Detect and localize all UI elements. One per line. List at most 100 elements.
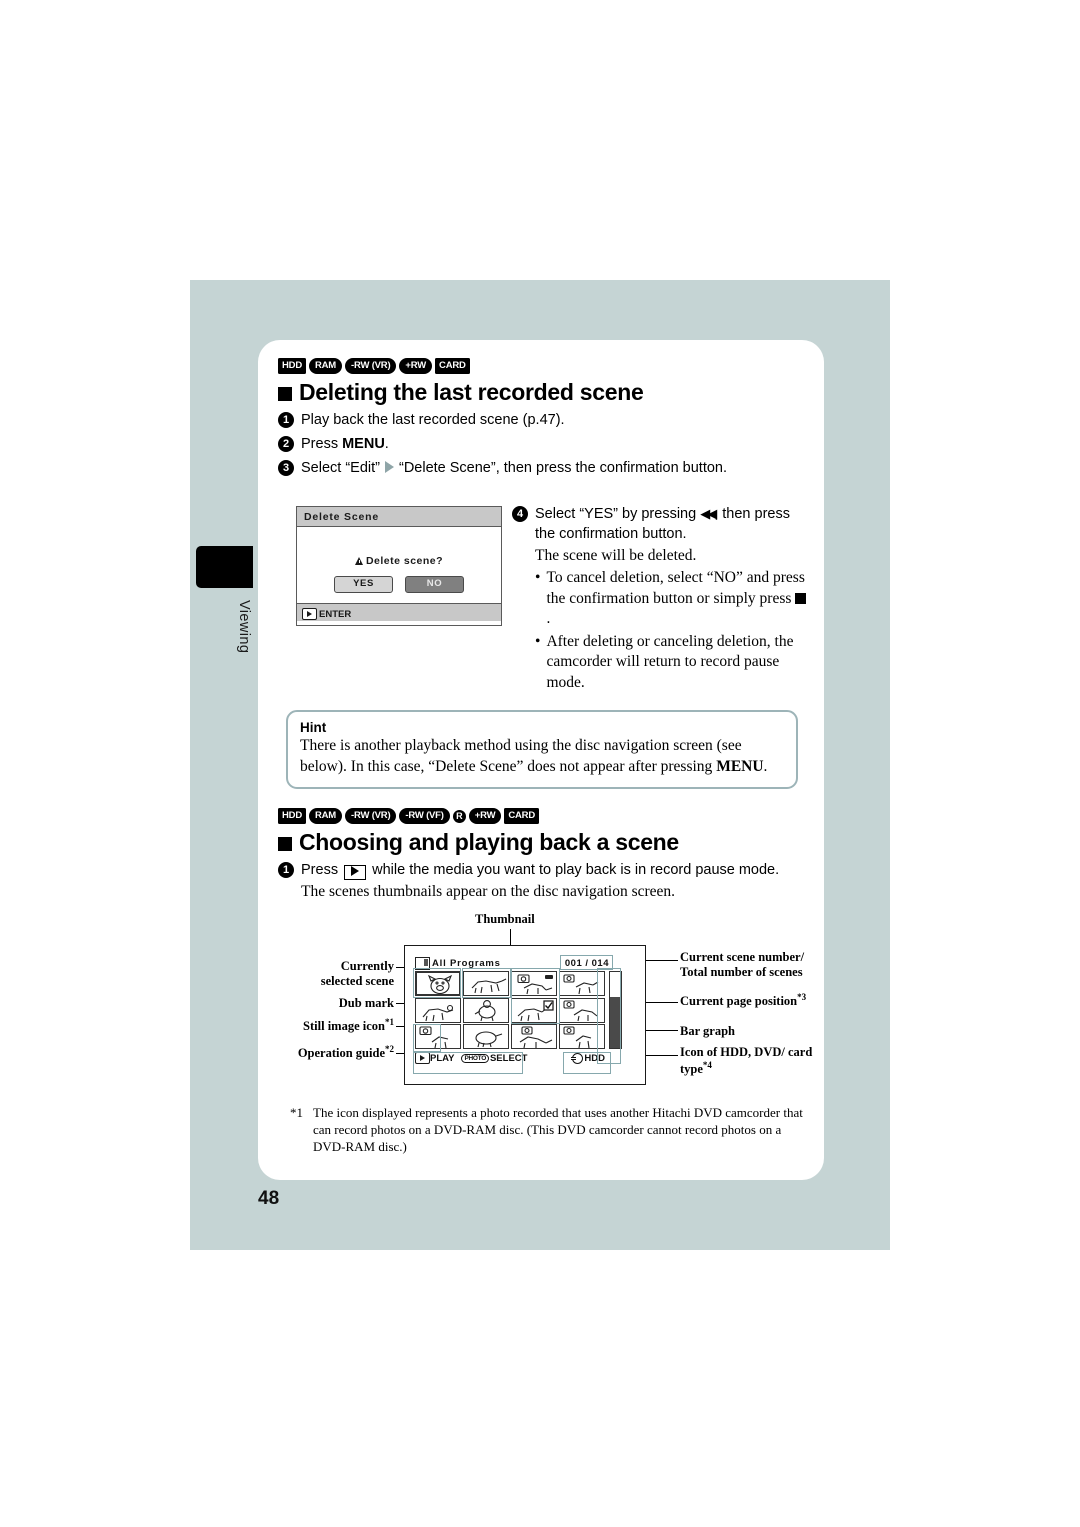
thumbnail-item[interactable] [510,971,558,996]
step-2-text-after: . [384,436,389,452]
dialog-footer: ENTER [297,603,501,621]
photo-badge-icon: PHOTO [461,1053,489,1063]
disc-navigation-diagram: Thumbnail Currently selected scene Dub ma… [270,912,830,1097]
rewind-icon: ◀◀ [700,506,717,521]
thumbnail-grid [415,971,605,1049]
dialog-yes-button[interactable]: YES [334,576,393,593]
media-badge-hdd: HDD [278,358,306,374]
callout-currently-selected-scene: Currently selected scene [320,959,394,988]
callout-still-image-icon: Still image icon*1 [270,1017,394,1034]
media-badge-plus-rw: +RW [399,358,433,374]
callout-current-page-position-text: Current page position [680,994,798,1009]
thumbnail-item[interactable] [558,971,605,996]
thumbnail-item[interactable] [558,997,605,1023]
hdd-icon [571,1052,584,1064]
media-badge-plus-rw-2: +RW [468,808,502,824]
callout-still-image-icon-sup: *1 [385,1017,394,1027]
step-4-bullet-2: • After deleting or canceling deletion, … [535,632,808,693]
thumbnail-item[interactable] [462,997,510,1023]
nav-screen-inner: All Programs 001 / 014 PLAY PHOTO SELECT… [415,957,633,1073]
thumbnail-item-selected[interactable] [415,971,462,996]
thumbnail-item[interactable] [462,1024,510,1049]
dialog-question: Delete scene? [297,527,501,567]
media-badge-card: CARD [435,358,470,374]
step-3: 3 Select “Edit” “Delete Scene”, then pres… [278,458,808,478]
media-badge-r-2: R [452,809,466,823]
media-badges-section1: HDD RAM -RW (VR) +RW CARD [278,358,808,374]
section2-step-1-a: Press [301,862,343,878]
media-badge-rw-vr-2: -RW (VR) [345,808,397,824]
media-badge-card-2: CARD [504,808,540,824]
callout-line-scene-number [644,960,678,962]
callout-icon-of-type: Icon of HDD, DVD/ card type*4 [680,1045,830,1077]
hint-box: Hint There is another playback method us… [286,710,798,790]
guide-select-label: SELECT [489,1052,528,1064]
arrow-right-icon [384,461,394,473]
step-4-bullet-1-b: . [546,610,551,628]
step-4-bullet-1-text: To cancel deletion, select “NO” and pres… [546,568,808,629]
stop-button-icon [795,592,807,604]
thumbnail-item[interactable] [558,1024,605,1049]
footnote-text: The icon displayed represents a photo re… [313,1105,803,1155]
thumbnail-item-still-image[interactable] [415,1024,462,1049]
dialog-title: Delete Scene [297,507,501,527]
step-number-1: 1 [278,412,294,428]
footnote-mark: *1 [290,1105,303,1120]
step-1: 1 Play back the last recorded scene (p.4… [278,410,808,430]
bullet-dot-icon: • [535,569,541,587]
section2-heading: Choosing and playing back a scene [278,829,808,856]
step-4-result: The scene will be deleted. [535,547,697,564]
nav-top-bar: All Programs 001 / 014 [415,957,633,970]
nav-scene-count: 001 / 014 [564,958,609,969]
dialog-buttons: YES NO [297,576,501,593]
section2-step-1: 1 Press while the media you want to play… [278,860,808,880]
dialog-question-text: Delete scene? [365,555,444,567]
section2-step-1-b: while the media you want to play back is… [368,862,780,878]
disc-icon [415,957,430,970]
bar-graph-fill [610,997,621,1048]
section-choosing-playing-scene: HDD RAM -RW (VR) -RW (VF) R +RW CARD Cho… [278,808,808,902]
nav-program-label: All Programs [432,958,501,969]
thumbnail-item[interactable] [415,997,462,1023]
callout-line-bar-graph [644,1030,678,1032]
section-deleting-last-scene: HDD RAM -RW (VR) +RW CARD Deleting the l… [278,358,808,478]
step-4-bullet-1-a: To cancel deletion, select “NO” and pres… [546,569,805,607]
callout-dub-mark: Dub mark [338,996,394,1010]
callout-line-page-position [644,1002,678,1004]
thumbnail-item[interactable] [462,971,510,996]
section2-step-1-text: Press while the media you want to play b… [301,860,779,880]
step-1-text: Play back the last recorded scene (p.47)… [301,412,565,428]
footnote-1: *1 The icon displayed represents a photo… [290,1104,810,1155]
media-badge-rw-vr: -RW (VR) [345,358,397,374]
step-4-text-a: Select “YES” by pressing [535,506,701,522]
step-2: 2 Press MENU. [278,434,808,454]
step-3-text-before: Select “Edit” [301,460,380,476]
step-4-bullet-2-text: After deleting or canceling deletion, th… [546,632,794,691]
thumbnail-item[interactable] [510,1024,558,1049]
step-3-text-after: “Delete Scene”, then press the confirmat… [398,460,728,476]
callout-thumbnail: Thumbnail [475,912,535,926]
section2-step-number-1: 1 [278,862,294,878]
callout-operation-guide: Operation guide*2 [270,1044,394,1061]
dialog-no-button[interactable]: NO [405,576,464,593]
step-number-2: 2 [278,436,294,452]
side-tab-marker [196,546,253,588]
hint-menu-label: MENU [716,757,764,775]
disc-navigation-screen: All Programs 001 / 014 PLAY PHOTO SELECT… [404,945,646,1085]
step-4-text: Select “YES” by pressing ◀◀, then press … [535,504,808,544]
section1-title: Deleting the last recorded scene [299,379,644,405]
heading-square-icon [278,386,292,401]
media-badge-ram-2: RAM [308,808,343,824]
page-position-bar-graph [609,971,622,1049]
play-button-icon [302,608,317,620]
media-type-indicator: HDD [571,1052,605,1064]
media-badge-hdd-2: HDD [278,808,306,824]
nav-grid-wrapper [415,971,633,1049]
hint-title: Hint [300,720,327,735]
step-2-text-before: Press [301,436,343,452]
thumbnail-item-dub-mark[interactable] [510,997,558,1023]
section2-title: Choosing and playing back a scene [299,829,679,855]
callout-current-page-position-sup: *3 [797,992,807,1002]
callout-current-page-position: Current page position*3 [680,992,830,1009]
heading-square-icon-2 [278,836,292,851]
